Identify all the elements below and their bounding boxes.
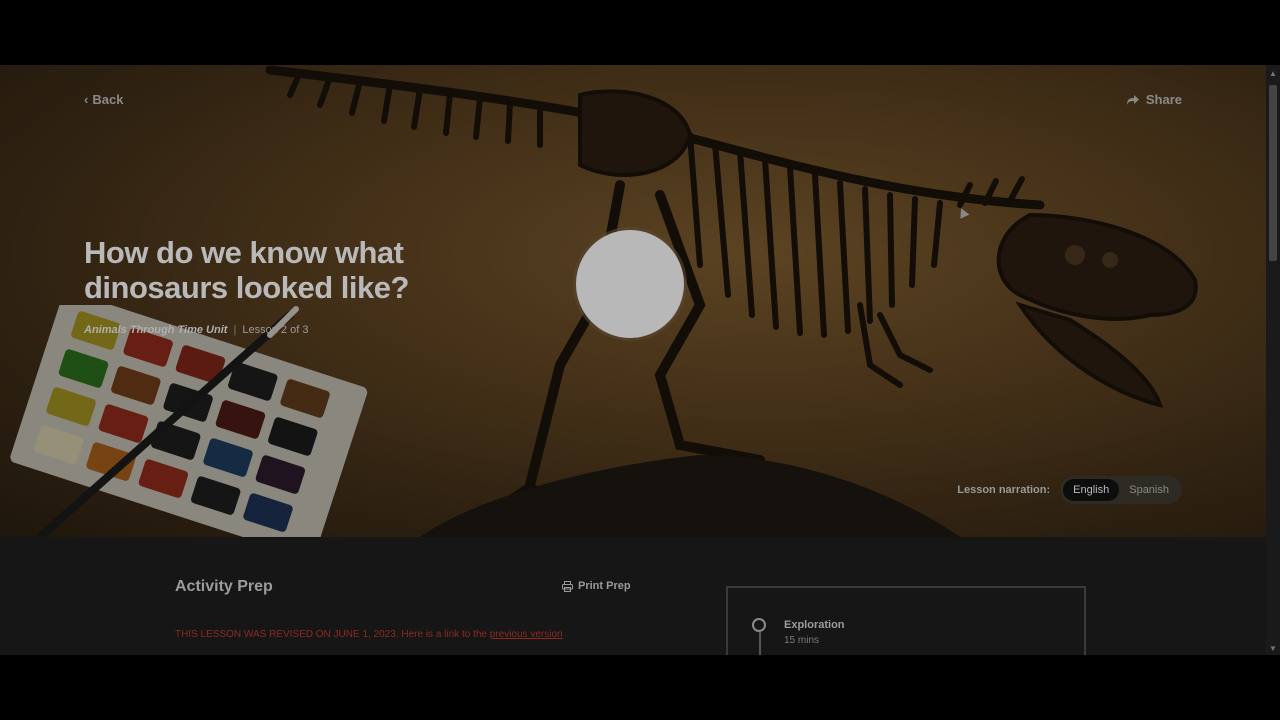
timeline-step-duration: 15 mins	[784, 635, 820, 646]
back-button[interactable]: ‹ Back	[84, 92, 123, 107]
lesson-number: Lesson 2 of 3	[242, 324, 309, 336]
timeline-step-name[interactable]: Exploration	[784, 619, 845, 631]
print-prep-button[interactable]: Print Prep	[562, 580, 631, 592]
subtitle-separator: |	[233, 324, 237, 336]
print-prep-label: Print Prep	[578, 580, 631, 592]
revision-notice: THIS LESSON WAS REVISED ON JUNE 1, 2023.…	[175, 629, 563, 640]
unit-link[interactable]: Animals Through Time Unit	[84, 324, 227, 336]
language-english-button[interactable]: English	[1063, 479, 1120, 501]
back-label: Back	[92, 92, 124, 107]
timeline-connector	[759, 632, 761, 655]
lesson-content: Activity Prep Print Prep THIS LESSON WAS…	[0, 537, 1266, 655]
lesson-timeline: Exploration 15 mins	[726, 586, 1086, 655]
previous-version-link[interactable]: previous version	[490, 629, 563, 640]
share-button[interactable]: Share	[1126, 92, 1182, 107]
activity-prep-title: Activity Prep	[175, 578, 273, 595]
lesson-hero: ‹ Back Share How do we know what dinosau…	[0, 65, 1266, 537]
revision-text: THIS LESSON WAS REVISED ON JUNE 1, 2023.…	[175, 629, 490, 640]
share-arrow-icon	[1126, 94, 1139, 105]
lesson-subtitle: Animals Through Time Unit | Lesson 2 of …	[84, 324, 308, 336]
narration-label: Lesson narration:	[957, 484, 1051, 496]
scroll-thumb[interactable]	[1269, 85, 1277, 261]
language-spanish-button[interactable]: Spanish	[1119, 479, 1179, 501]
lesson-title: How do we know what dinosaurs looked lik…	[84, 235, 409, 305]
page-scrollbar[interactable]: ▲ ▼	[1266, 65, 1280, 655]
scroll-down-arrow-icon[interactable]: ▼	[1269, 644, 1277, 653]
share-label: Share	[1145, 92, 1182, 107]
timeline-step-marker	[752, 618, 766, 632]
lesson-narration: Lesson narration: English Spanish	[957, 476, 1182, 504]
page-viewport: ‹ Back Share How do we know what dinosau…	[0, 65, 1280, 655]
scroll-up-arrow-icon[interactable]: ▲	[1269, 69, 1277, 78]
language-toggle: English Spanish	[1060, 476, 1182, 504]
play-video-button[interactable]	[576, 230, 684, 338]
printer-icon	[562, 580, 573, 592]
chevron-left-icon: ‹	[84, 92, 89, 107]
